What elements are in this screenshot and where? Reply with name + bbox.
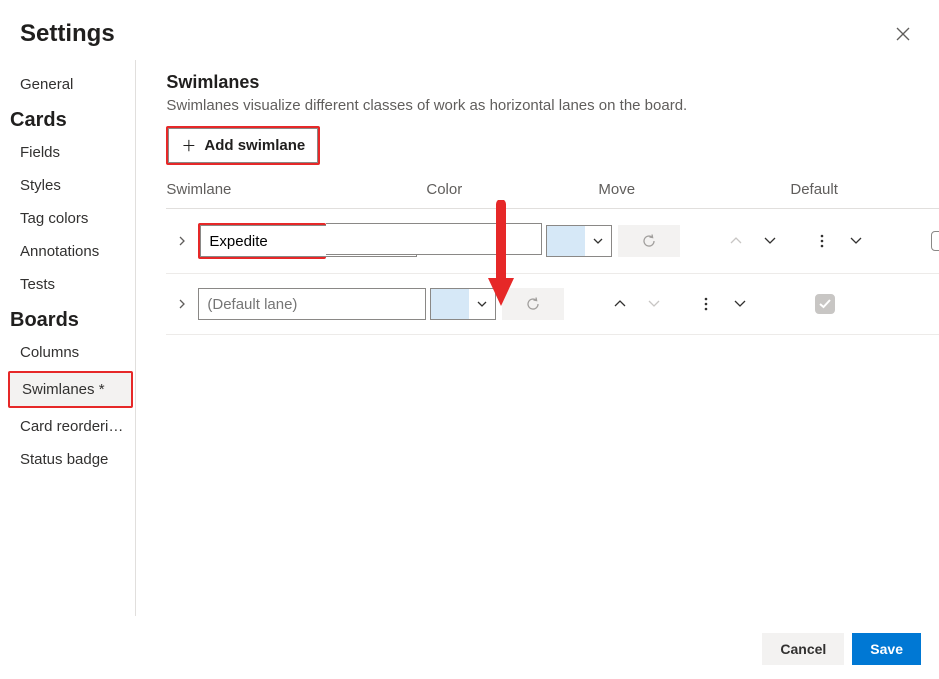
move-up-button[interactable] (724, 229, 748, 253)
color-picker[interactable] (430, 288, 496, 320)
chevron-up-icon (730, 237, 742, 245)
add-swimlane-button[interactable]: ＋ Add swimlane (168, 128, 318, 163)
more-actions-dropdown[interactable] (728, 292, 752, 316)
sidebar-item-fields[interactable]: Fields (8, 136, 135, 169)
kebab-icon (820, 234, 824, 248)
sidebar-item-status-badge[interactable]: Status badge (8, 443, 135, 476)
chevron-down-icon (850, 237, 862, 245)
expand-toggle[interactable] (166, 236, 198, 246)
chevron-down-icon (648, 300, 660, 308)
more-actions-button[interactable] (810, 229, 834, 253)
kebab-icon (704, 297, 708, 311)
default-checkbox (815, 294, 835, 314)
swimlane-name-input[interactable] (198, 288, 426, 320)
move-down-button[interactable] (642, 292, 666, 316)
swimlane-row (166, 274, 939, 335)
default-checkbox[interactable] (931, 231, 939, 251)
color-picker[interactable] (546, 225, 612, 257)
column-header-default: Default (790, 181, 860, 198)
move-down-button[interactable] (758, 229, 782, 253)
sidebar-heading-cards: Cards (8, 101, 135, 136)
cancel-button[interactable]: Cancel (762, 633, 844, 665)
sidebar-heading-boards: Boards (8, 301, 135, 336)
column-header-move: Move (598, 181, 790, 198)
sidebar-item-annotations[interactable]: Annotations (8, 235, 135, 268)
check-icon (819, 299, 831, 309)
plus-icon: ＋ (181, 135, 196, 156)
refresh-icon (525, 296, 541, 312)
sidebar-item-columns[interactable]: Columns (8, 336, 135, 369)
add-swimlane-label: Add swimlane (204, 137, 305, 154)
sidebar-item-card-reordering[interactable]: Card reorderi… (8, 410, 135, 443)
color-swatch (431, 289, 469, 319)
more-actions-button[interactable] (694, 292, 718, 316)
close-icon (896, 27, 910, 41)
settings-sidebar: General Cards Fields Styles Tag colors A… (0, 60, 136, 616)
chevron-down-icon (469, 301, 495, 308)
swimlane-row (166, 209, 939, 274)
sidebar-item-swimlanes[interactable]: Swimlanes * (10, 373, 131, 406)
reset-color-button[interactable] (618, 225, 680, 257)
panel-title: Swimlanes (166, 72, 939, 93)
sidebar-item-tag-colors[interactable]: Tag colors (8, 202, 135, 235)
chevron-down-icon (585, 238, 611, 245)
dialog-title: Settings (20, 20, 115, 48)
chevron-up-icon (614, 300, 626, 308)
chevron-right-icon (177, 236, 187, 246)
refresh-icon (641, 233, 657, 249)
move-up-button[interactable] (608, 292, 632, 316)
chevron-right-icon (177, 299, 187, 309)
chevron-down-icon (734, 300, 746, 308)
chevron-down-icon (764, 237, 776, 245)
sidebar-item-general[interactable]: General (8, 68, 135, 101)
reset-color-button[interactable] (502, 288, 564, 320)
column-header-swimlane: Swimlane (166, 181, 426, 198)
main-panel: Swimlanes Swimlanes visualize different … (136, 60, 939, 616)
close-button[interactable] (887, 18, 919, 50)
sidebar-item-tests[interactable]: Tests (8, 268, 135, 301)
color-swatch (547, 226, 585, 256)
swimlane-name-input-ext[interactable] (326, 223, 542, 255)
column-header-color: Color (426, 181, 598, 198)
save-button[interactable]: Save (852, 633, 921, 665)
sidebar-item-styles[interactable]: Styles (8, 169, 135, 202)
expand-toggle[interactable] (166, 299, 198, 309)
more-actions-dropdown[interactable] (844, 229, 868, 253)
panel-description: Swimlanes visualize different classes of… (166, 97, 939, 114)
